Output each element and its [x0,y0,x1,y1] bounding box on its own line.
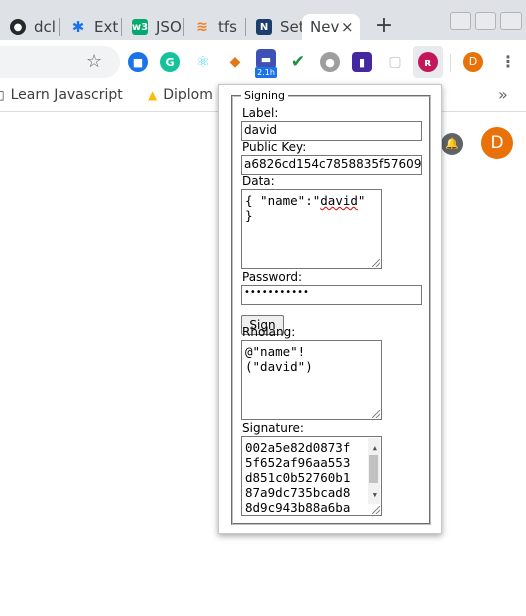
public-key-label: Public Key: [242,140,307,154]
tab-label: dcl [34,18,56,36]
public-key-input[interactable]: a6826cd154c7858835f5760967 [241,155,422,175]
new-tab-button[interactable]: + [373,14,395,40]
w3-icon: w3 [132,19,148,35]
rholang-textarea[interactable]: @"name"! ("david") [241,340,382,420]
bookmark-diplom[interactable]: ▲ Diplom [148,87,213,103]
extension-popup: Signing Label: david Public Key: a6826cd… [218,84,442,534]
signature-text: 002a5e82d0873f 5f652af96aa553 d851c0b527… [245,440,351,515]
metamask-extension-icon[interactable]: ◆ [225,52,245,72]
checkmark-extension-icon[interactable]: ✔ [288,52,308,72]
scroll-thumb[interactable] [369,455,378,483]
react-devtools-icon[interactable]: ⚛ [193,52,213,72]
more-bookmarks-icon[interactable]: » [498,85,508,104]
github-icon: ● [10,19,26,35]
signature-scrollbar[interactable]: ▲ ▼ [368,438,380,504]
signature-textarea[interactable]: 002a5e82d0873f 5f652af96aa553 d851c0b527… [241,436,382,516]
data-text: " [357,193,366,208]
notification-bell-icon[interactable]: 🔔 [441,133,463,155]
drive-icon: ▲ [148,88,158,102]
data-text: } [245,208,253,223]
timer-extension-icon[interactable]: ▬ [256,49,276,69]
close-window-button[interactable] [500,12,522,30]
tab-label: tfs [218,18,237,36]
signing-fieldset: Signing Label: david Public Key: a6826cd… [231,89,431,525]
menu-icon[interactable]: ⋮ [500,52,516,71]
rholang-label: Rholang: [242,325,296,339]
purple-extension-icon[interactable]: ▮ [352,52,372,72]
data-textarea[interactable]: { "name":"david" } [241,189,382,269]
grey-extension-icon[interactable]: ● [320,52,340,72]
toolbar-divider [450,54,451,72]
n-icon: N [256,19,272,35]
rholang-text: @"name"! ("david") [245,344,313,374]
tab-label: Nev [310,18,340,36]
label-input[interactable]: david [241,121,422,141]
tab-label: Set [280,18,302,36]
bookmark-learn-javascript[interactable]: ▯ Learn Javascript [0,87,123,103]
scroll-up-icon[interactable]: ▲ [373,441,377,456]
browser-toolbar: ☆ ■ G ⚛ ◆ ▬ 2.1h ✔ ● ▮ ▢ ʀ D ⋮ [0,40,526,84]
profile-button[interactable]: D [463,52,483,72]
stackoverflow-icon: ≋ [196,19,208,35]
password-input[interactable]: ••••••••••• [241,285,422,305]
minimize-button[interactable] [450,12,471,30]
tab-strip: ● dcl ✱ Ext w3 JSO ≋ tfs N Set Nev × + [0,0,526,40]
label-field-label: Label: [242,106,279,120]
tab-extensions[interactable]: ✱ Ext [60,14,120,40]
bookmark-label: Learn Javascript [10,87,123,103]
password-label: Password: [242,270,303,284]
maximize-button[interactable] [475,12,496,30]
bookmark-label: Diplom [163,87,213,103]
tab-github[interactable]: ● dcl [0,14,58,40]
tab-label: JSO [156,18,182,36]
grammarly-extension-icon[interactable]: G [160,52,180,72]
tab-tfs[interactable]: ≋ tfs [184,14,244,40]
puzzle-icon: ✱ [71,18,85,36]
tab-label: Ext [94,18,119,36]
signature-label: Signature: [242,421,304,435]
data-text: { "name":" [245,193,321,208]
data-text-misspelled: david [320,193,358,208]
zoom-extension-icon[interactable]: ■ [128,52,148,72]
bookmark-star-icon[interactable]: ☆ [86,51,102,72]
resize-handle[interactable] [372,506,380,514]
timer-badge: 2.1h [255,67,277,78]
shield-extension-icon[interactable]: ▢ [385,52,405,72]
tab-json[interactable]: w3 JSO [122,14,182,40]
resize-handle[interactable] [372,410,380,418]
scroll-down-icon[interactable]: ▼ [373,488,377,503]
document-icon: ▯ [0,88,5,102]
resize-handle[interactable] [372,259,380,267]
close-tab-icon[interactable]: × [341,18,354,36]
avatar[interactable]: D [481,127,513,159]
title-bar [0,0,526,6]
signing-legend: Signing [241,89,289,102]
data-label: Data: [242,174,275,188]
rchain-extension-icon[interactable]: ʀ [418,52,438,72]
tab-settings[interactable]: N Set [246,14,302,40]
